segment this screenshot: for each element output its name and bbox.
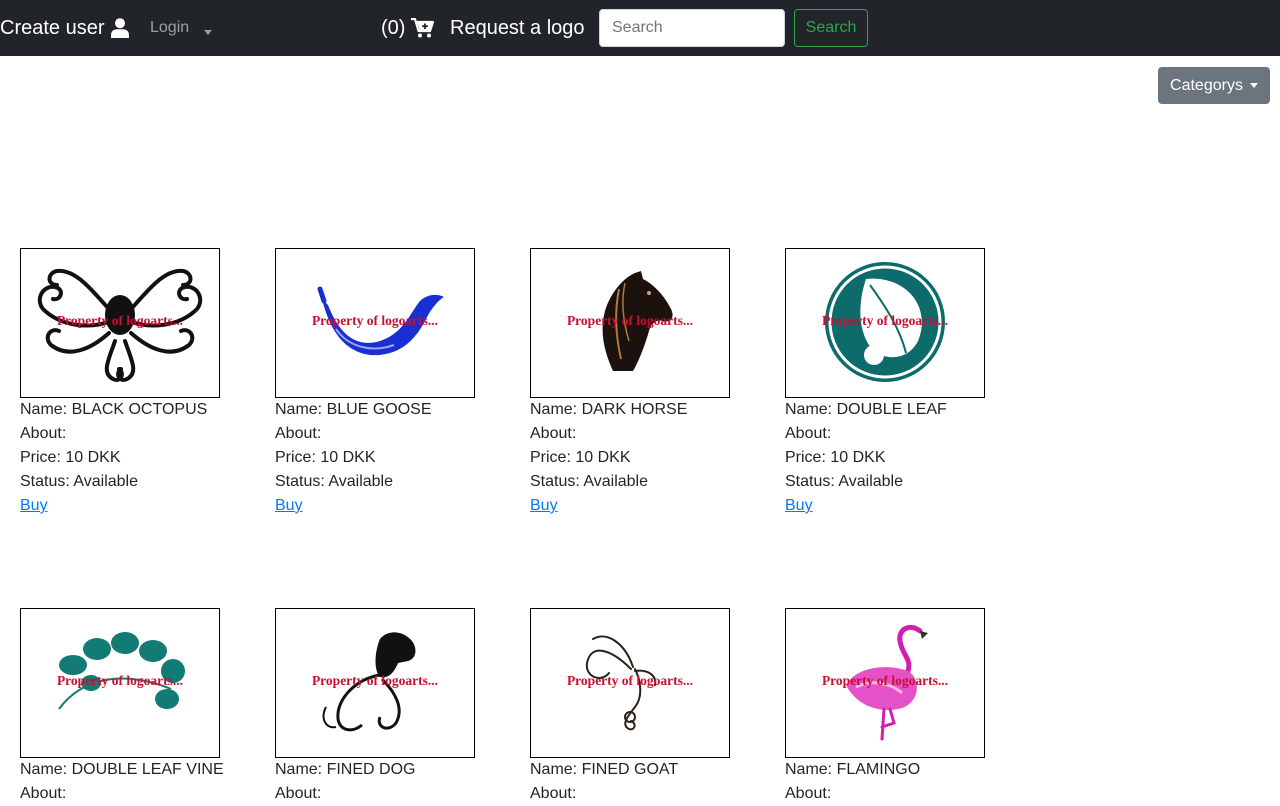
product-image-fined-dog[interactable]: Property of logoarts... (275, 608, 475, 758)
product-status: Status: Available (275, 473, 394, 490)
product-name: Name: DOUBLE LEAF VINE (20, 761, 224, 778)
buy-link[interactable]: Buy (530, 497, 558, 514)
watermark-text: Property of logoarts... (566, 313, 694, 328)
product-status: Status: Available (785, 473, 904, 490)
buy-link[interactable]: Buy (275, 497, 303, 514)
search-input[interactable] (599, 9, 785, 47)
product-status: Status: Available (20, 473, 139, 490)
product-about: About: (530, 425, 577, 442)
user-icon (110, 18, 129, 38)
product-card: Property of logoarts... Name: FINED GOAT… (530, 608, 750, 806)
product-image-fined-goat[interactable]: Property of logoarts... (530, 608, 730, 758)
watermark-text: Property of logoarts... (566, 673, 694, 688)
product-about: About: (20, 425, 67, 442)
product-about: About: (275, 425, 322, 442)
product-card: Property of logoarts... Name: DARK HORSE… (530, 248, 750, 518)
product-image-blue-goose[interactable]: Property of logoarts... (275, 248, 475, 398)
buy-link[interactable]: Buy (20, 497, 48, 514)
product-image-double-leaf[interactable]: Property of logoarts... (785, 248, 985, 398)
product-name: Name: BLUE GOOSE (275, 401, 432, 418)
product-image-dark-horse[interactable]: Property of logoarts... (530, 248, 730, 398)
cart-plus-icon (411, 18, 435, 38)
categories-dropdown-button[interactable]: Categorys (1158, 67, 1270, 104)
create-user-link[interactable]: Create user (0, 14, 129, 42)
product-name: Name: DARK HORSE (530, 401, 688, 418)
request-logo-link[interactable]: Request a logo (450, 14, 585, 42)
product-card: Property of logoarts... Name: BLUE GOOSE… (275, 248, 495, 518)
create-user-label: Create user (0, 17, 105, 39)
watermark-text: Property of logoarts... (821, 673, 949, 688)
product-card: Property of logoarts... Name: DOUBLE LEA… (785, 248, 1005, 518)
watermark-text: Property of logoarts... (56, 313, 184, 328)
product-price: Price: 10 DKK (20, 449, 121, 466)
product-about: About: (275, 785, 322, 802)
search-button[interactable]: Search (794, 9, 868, 47)
product-about: About: (530, 785, 577, 802)
chevron-down-icon (204, 30, 212, 35)
buy-link[interactable]: Buy (785, 497, 813, 514)
product-card: Property of logoarts... Name: DOUBLE LEA… (20, 608, 240, 806)
product-about: About: (785, 425, 832, 442)
product-image-black-octopus[interactable]: Property of logoarts... (20, 248, 220, 398)
product-name: Name: DOUBLE LEAF (785, 401, 947, 418)
chevron-down-icon (1249, 83, 1258, 88)
top-navbar: Create user Login (0) Request a logo Sea… (0, 0, 1280, 56)
product-price: Price: 10 DKK (785, 449, 886, 466)
cart-count: (0) (381, 17, 406, 39)
product-name: Name: FINED DOG (275, 761, 416, 778)
product-price: Price: 10 DKK (530, 449, 631, 466)
cart-link[interactable]: (0) (381, 14, 435, 42)
product-about: About: (785, 785, 832, 802)
watermark-text: Property of logoarts... (311, 673, 439, 688)
watermark-text: Property of logoarts... (821, 313, 949, 328)
product-image-double-leaf-vine[interactable]: Property of logoarts... (20, 608, 220, 758)
product-card: Property of logoarts... Name: FINED DOG … (275, 608, 495, 806)
watermark-text: Property of logoarts... (56, 673, 184, 688)
login-dropdown-link[interactable]: Login (150, 18, 189, 38)
product-card: Property of logoarts... Name: FLAMINGO A… (785, 608, 1005, 806)
categories-label: Categorys (1170, 76, 1243, 94)
product-name: Name: FLAMINGO (785, 761, 921, 778)
product-name: Name: FINED GOAT (530, 761, 679, 778)
product-name: Name: BLACK OCTOPUS (20, 401, 208, 418)
product-price: Price: 10 DKK (275, 449, 376, 466)
product-about: About: (20, 785, 67, 802)
product-card: Property of logoarts... Name: BLACK OCTO… (20, 248, 240, 518)
product-image-flamingo[interactable]: Property of logoarts... (785, 608, 985, 758)
product-status: Status: Available (530, 473, 649, 490)
login-dropdown-toggle[interactable] (204, 22, 218, 35)
watermark-text: Property of logoarts... (311, 313, 439, 328)
